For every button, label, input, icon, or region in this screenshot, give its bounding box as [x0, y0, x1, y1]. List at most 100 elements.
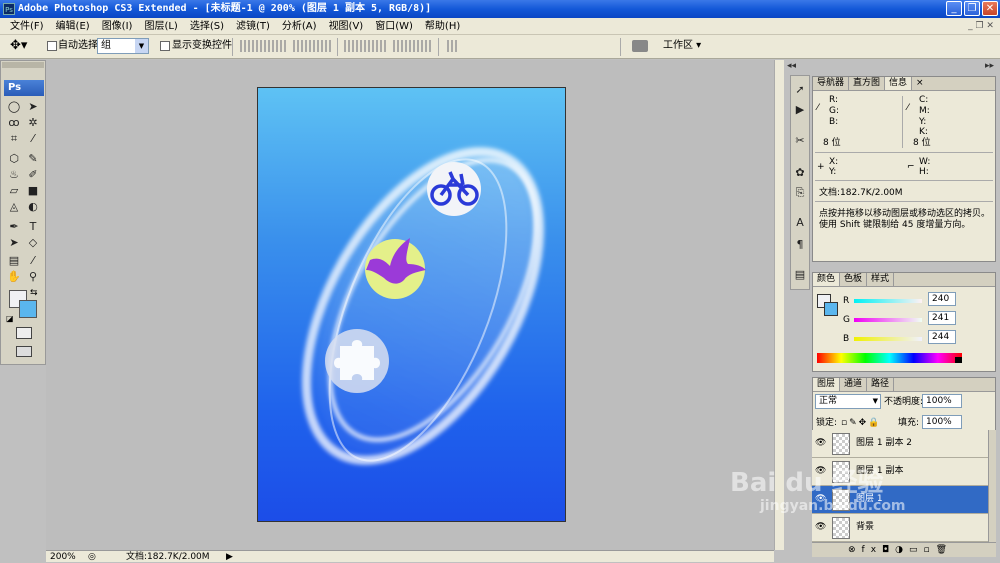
close-icon[interactable]: ✕: [982, 1, 998, 16]
lasso-tool-icon[interactable]: ꝏ: [7, 116, 21, 129]
layer-row[interactable]: 👁 图层 1 副本 2: [812, 430, 988, 458]
tab-navigator[interactable]: 导航器: [813, 77, 850, 90]
color-r-slider[interactable]: [854, 299, 922, 303]
menu-filter[interactable]: 滤镜(T): [230, 18, 276, 35]
menu-edit[interactable]: 编辑(E): [50, 18, 96, 35]
brushes-palette-icon[interactable]: [632, 40, 648, 52]
tools-icon[interactable]: ✂: [793, 134, 807, 148]
magic-wand-icon[interactable]: ✲: [26, 116, 40, 129]
color-bg-swatch[interactable]: [824, 302, 838, 316]
healing-brush-icon[interactable]: ⬡: [7, 152, 21, 165]
color-g-slider[interactable]: [854, 318, 922, 322]
show-transform-checkbox[interactable]: [160, 41, 170, 51]
tab-channels[interactable]: 通道: [840, 378, 868, 391]
layers-footer-buttons[interactable]: ⊗fx◘◑▭▫🗑: [812, 542, 996, 557]
clone-stamp-icon[interactable]: ♨: [7, 168, 21, 181]
zoom-level[interactable]: 200%: [50, 552, 76, 563]
align-vertical-icons[interactable]: [293, 40, 333, 52]
color-g-value[interactable]: 241: [928, 311, 956, 325]
fill-value[interactable]: 100%: [922, 415, 962, 429]
default-colors-icon[interactable]: ◪: [6, 314, 14, 323]
menu-analysis[interactable]: 分析(A): [276, 18, 323, 35]
shape-tool-icon[interactable]: ◇: [26, 236, 40, 249]
layer-comps-icon[interactable]: ▤: [793, 268, 807, 282]
document-canvas[interactable]: [257, 87, 566, 522]
menu-window[interactable]: 窗口(W): [369, 18, 419, 35]
status-arrow-icon[interactable]: ▶: [226, 552, 233, 563]
status-bar: 200% ◎ 文档:182.7K/2.00M ▶: [46, 550, 774, 562]
clone-source-icon[interactable]: ⎘: [793, 186, 807, 200]
align-icons[interactable]: [240, 40, 288, 52]
workspace-button[interactable]: 工作区 ▾: [663, 39, 701, 53]
minimize-icon[interactable]: _: [946, 1, 962, 16]
tab-swatches[interactable]: 色板: [840, 273, 868, 286]
toolbox-grip[interactable]: [2, 62, 44, 68]
gradient-tool-icon[interactable]: ■: [26, 184, 40, 197]
color-black-swatch[interactable]: [955, 357, 962, 363]
close-icon[interactable]: ×: [912, 77, 928, 90]
distribute-horizontal-icons[interactable]: [393, 40, 433, 52]
tab-color[interactable]: 颜色: [813, 273, 841, 286]
menu-select[interactable]: 选择(S): [184, 18, 230, 35]
background-color-swatch[interactable]: [19, 300, 37, 318]
auto-align-icon[interactable]: [447, 40, 459, 52]
pen-tool-icon[interactable]: ✒: [7, 220, 21, 233]
eyedropper-icon[interactable]: ⁄: [26, 254, 40, 267]
layers-scrollbar[interactable]: [988, 430, 996, 542]
expand-dock-icon[interactable]: ▸▸: [985, 61, 997, 71]
color-b-value[interactable]: 244: [928, 330, 956, 344]
color-r-label: R: [843, 296, 850, 306]
marquee-tool-icon[interactable]: ◯: [7, 100, 21, 113]
opacity-value[interactable]: 100%: [922, 394, 962, 408]
status-menu-icon[interactable]: ◎: [88, 552, 96, 563]
visibility-eye-icon[interactable]: 👁: [815, 438, 827, 448]
dodge-tool-icon[interactable]: ◐: [26, 200, 40, 213]
move-tool-icon[interactable]: ➤: [26, 100, 40, 113]
character-icon[interactable]: A: [793, 216, 807, 230]
color-b-slider[interactable]: [854, 337, 922, 341]
zoom-tool-icon[interactable]: ⚲: [26, 270, 40, 283]
menu-layer[interactable]: 图层(L): [138, 18, 183, 35]
swap-colors-icon[interactable]: ⇆: [30, 288, 38, 298]
restore-icon[interactable]: ❐: [964, 1, 980, 16]
notes-tool-icon[interactable]: ▤: [7, 254, 21, 267]
type-tool-icon[interactable]: T: [26, 220, 40, 233]
navigator-icon[interactable]: ➚: [793, 83, 807, 97]
eraser-tool-icon[interactable]: ▱: [7, 184, 21, 197]
move-tool-icon[interactable]: ✥▾: [10, 38, 27, 54]
tab-layers[interactable]: 图层: [813, 378, 841, 391]
brushes-icon[interactable]: ✿: [793, 166, 807, 180]
history-brush-icon[interactable]: ✐: [26, 168, 40, 181]
auto-select-checkbox[interactable]: [47, 41, 57, 51]
menu-file[interactable]: 文件(F): [4, 18, 50, 35]
tab-histogram[interactable]: 直方图: [849, 77, 886, 90]
tab-styles[interactable]: 样式: [867, 273, 895, 286]
doc-window-controls[interactable]: _ ❐ ✕: [966, 20, 996, 33]
menu-help[interactable]: 帮助(H): [419, 18, 466, 35]
collapse-dock-icon[interactable]: ◂◂: [787, 61, 807, 71]
distribute-icons[interactable]: [344, 40, 388, 52]
hand-tool-icon[interactable]: ✋: [7, 270, 21, 283]
auto-select-dropdown[interactable]: 组 ▼: [97, 38, 149, 54]
blend-mode-dropdown[interactable]: 正常 ▼: [815, 394, 881, 409]
toolbox-logo[interactable]: Ps: [4, 80, 44, 96]
crop-tool-icon[interactable]: ⌗: [7, 132, 21, 145]
screen-mode-icon[interactable]: [16, 346, 32, 357]
slice-tool-icon[interactable]: ⁄: [26, 132, 40, 145]
menu-image[interactable]: 图像(I): [96, 18, 139, 35]
path-selection-icon[interactable]: ➤: [7, 236, 21, 249]
visibility-eye-icon[interactable]: 👁: [815, 522, 827, 532]
paragraph-icon[interactable]: ¶: [793, 238, 807, 252]
actions-icon[interactable]: ▶: [793, 103, 807, 117]
blur-tool-icon[interactable]: ◬: [7, 200, 21, 213]
brush-tool-icon[interactable]: ✎: [26, 152, 40, 165]
color-spectrum-bar[interactable]: [817, 353, 962, 363]
menu-view[interactable]: 视图(V): [323, 18, 370, 35]
auto-select-label: 自动选择:: [58, 40, 102, 51]
tab-info[interactable]: 信息: [885, 77, 913, 90]
lock-icons[interactable]: ▫✎✥🔒: [841, 418, 881, 428]
color-r-value[interactable]: 240: [928, 292, 956, 306]
quick-mask-icon[interactable]: [16, 327, 32, 339]
tab-paths[interactable]: 路径: [867, 378, 895, 391]
layer-row[interactable]: 👁 背景: [812, 514, 988, 542]
